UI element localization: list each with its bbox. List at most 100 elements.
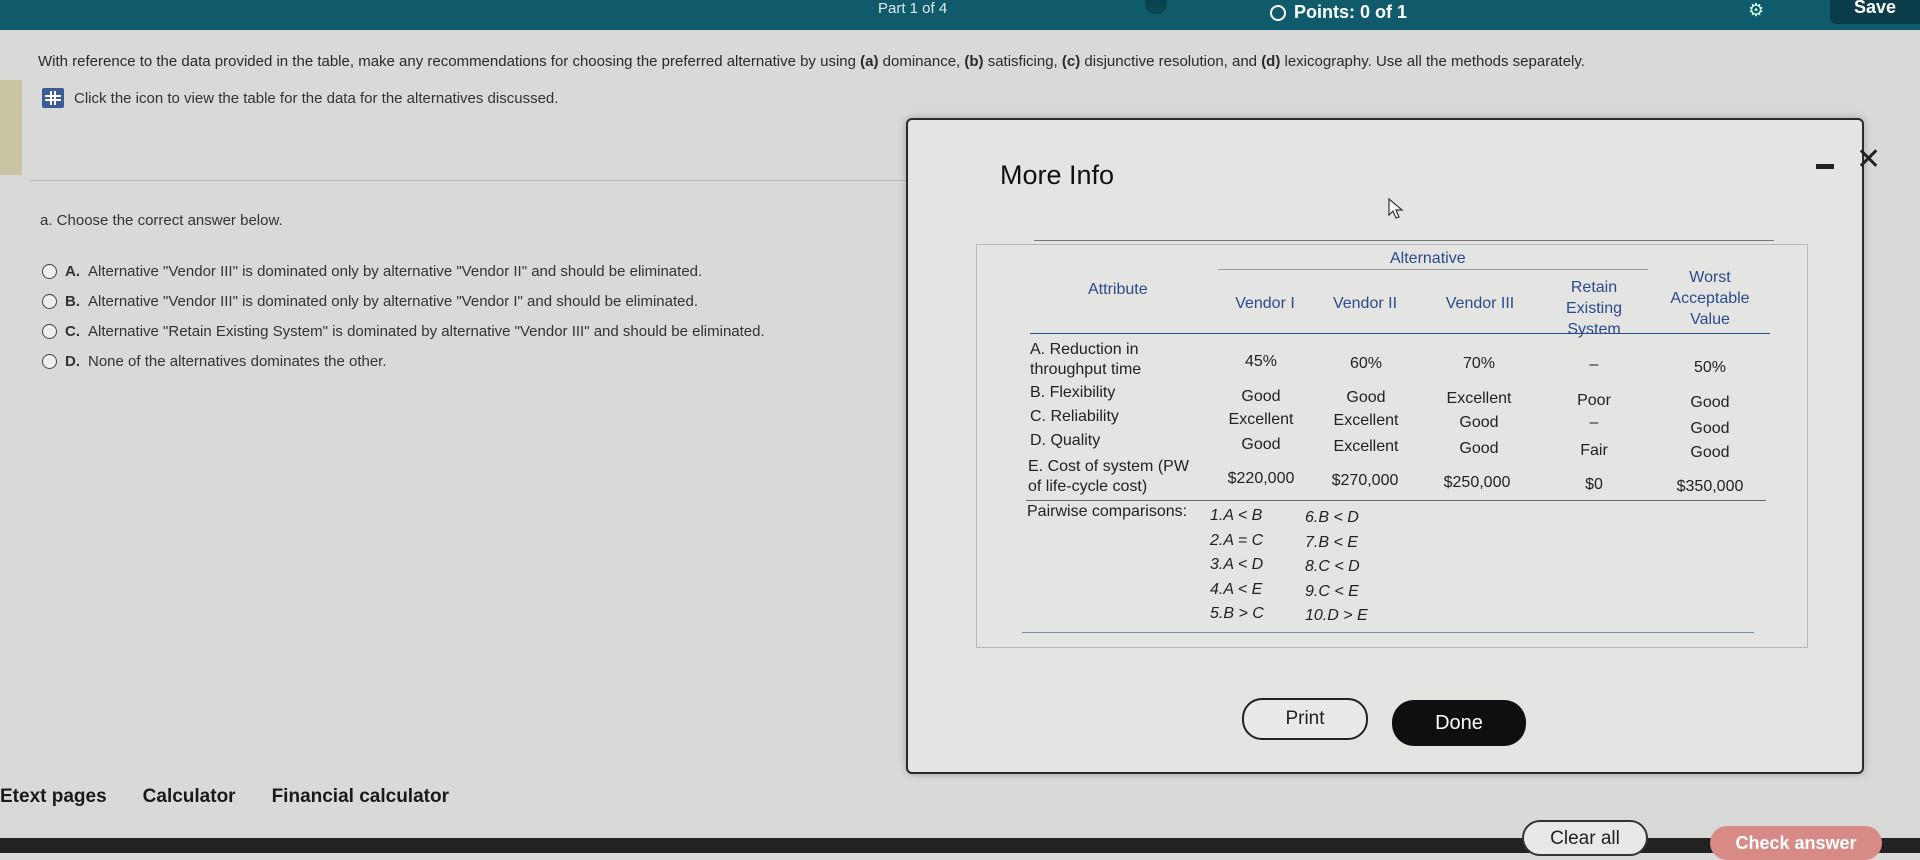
option-letter: B.	[65, 292, 80, 310]
pairwise-item: 3.A < D	[1210, 556, 1264, 573]
radio-b[interactable]	[42, 293, 57, 309]
col-header-line: Existing	[1565, 300, 1623, 317]
table-bottom-rule	[1022, 632, 1754, 633]
top-header-bar: Part 1 of 4 Points: 0 of 1 ⚙ Save	[0, 0, 1920, 30]
radio-a[interactable]	[42, 263, 57, 279]
row-attr-e: E. Cost of system (PW of life-cycle cost…	[1028, 457, 1189, 497]
cell: 50%	[1693, 359, 1727, 376]
done-button[interactable]: Done	[1392, 700, 1526, 746]
cell: Good	[1346, 389, 1386, 406]
option-letter: C.	[65, 322, 80, 340]
cell: $350,000	[1676, 478, 1744, 495]
cell: $220,000	[1227, 470, 1295, 487]
alternative-group-header: Alternative	[1390, 250, 1466, 267]
q-label-b: (b)	[964, 53, 984, 70]
points-indicator: Points: 0 of 1	[1270, 2, 1407, 23]
etext-pages-link[interactable]: Etext pages	[0, 786, 107, 808]
col-header-line: Acceptable	[1670, 290, 1750, 307]
option-b[interactable]: B. Alternative "Vendor III" is dominated…	[42, 286, 765, 316]
financial-calculator-link[interactable]: Financial calculator	[272, 786, 449, 808]
radio-c[interactable]	[42, 323, 57, 339]
cell: Poor	[1577, 392, 1611, 409]
attr-line: of life-cycle cost)	[1028, 478, 1148, 495]
q-text-a: dominance,	[878, 53, 965, 70]
header-bottom-rule	[1030, 333, 1770, 334]
pairwise-label: Pairwise comparisons:	[1027, 503, 1188, 520]
attribute-header: Attribute	[1088, 281, 1148, 298]
cell: –	[1589, 356, 1599, 373]
points-label: Points: 0 of 1	[1294, 2, 1408, 22]
pairwise-item: 9.C < E	[1305, 582, 1359, 600]
section-divider	[30, 180, 920, 181]
part-a-prompt: a. Choose the correct answer below.	[40, 212, 283, 229]
clear-all-button[interactable]: Clear all	[1522, 820, 1648, 856]
col-header-worst: Worst Acceptable Value	[1660, 267, 1760, 330]
cell: Good	[1690, 394, 1730, 411]
pairwise-item: 6.B < D	[1305, 509, 1359, 526]
cell: Good	[1459, 414, 1499, 431]
option-text: Alternative "Vendor III" is dominated on…	[88, 292, 698, 310]
option-letter: D.	[65, 352, 80, 370]
cell: Excellent	[1228, 411, 1294, 428]
cell: 70%	[1462, 355, 1496, 372]
view-table-text: Click the icon to view the table for the…	[74, 89, 559, 107]
calculator-link[interactable]: Calculator	[143, 786, 236, 808]
col-header-vendor-3: Vendor III	[1440, 295, 1520, 313]
dialog-title: More Info	[1000, 160, 1115, 190]
part-indicator: Part 1 of 4	[878, 0, 948, 17]
q-text-b: satisficing,	[983, 53, 1062, 70]
pairwise-item: 4.A < E	[1210, 580, 1263, 598]
col-header-line: Value	[1690, 311, 1730, 328]
cell: Excellent	[1333, 438, 1399, 455]
q-label-d: (d)	[1261, 53, 1281, 70]
row-attr-a: A. Reduction in throughput time	[1030, 340, 1141, 380]
minimize-icon[interactable]	[1816, 164, 1834, 169]
col-header-line: Retain	[1570, 279, 1618, 296]
col-header-vendor-2: Vendor II	[1330, 295, 1400, 313]
option-d[interactable]: D. None of the alternatives dominates th…	[42, 346, 765, 376]
mouse-cursor-icon	[1388, 198, 1404, 219]
pairwise-item: 1.A < B	[1210, 507, 1263, 524]
option-c[interactable]: C. Alternative "Retain Existing System" …	[42, 316, 765, 346]
cell: 45%	[1244, 353, 1278, 370]
pairwise-item: 10.D > E	[1305, 607, 1368, 624]
col-header-line: Vendor II	[1332, 295, 1398, 312]
cell: Good	[1690, 444, 1730, 461]
cell: $0	[1585, 476, 1603, 493]
cell: Good	[1690, 420, 1730, 437]
question-intro: With reference to the data provided in t…	[38, 53, 861, 70]
cell: Excellent	[1446, 390, 1512, 407]
close-icon[interactable]: ✕	[1856, 142, 1881, 177]
points-ring-icon	[1270, 4, 1286, 21]
check-answer-button[interactable]: Check answer	[1710, 826, 1882, 860]
cell: Good	[1241, 436, 1281, 453]
group-header-rule	[1218, 269, 1648, 270]
table-grid-icon[interactable]	[42, 88, 64, 108]
col-header-line: Worst	[1689, 269, 1731, 286]
radio-d[interactable]	[42, 353, 57, 369]
row-attr-b: B. Flexibility	[1030, 384, 1116, 401]
settings-icon[interactable]: ⚙	[1748, 0, 1764, 21]
q-label-a: (a)	[860, 53, 879, 70]
rows-bottom-rule	[1026, 500, 1766, 501]
option-text: None of the alternatives dominates the o…	[88, 352, 387, 370]
col-header-vendor-1: Vendor I	[1230, 295, 1300, 313]
col-header-line: Vendor I	[1235, 295, 1295, 312]
pairwise-item: 5.B > C	[1210, 605, 1264, 622]
collapse-tab-icon[interactable]	[1145, 0, 1167, 14]
cell: $250,000	[1443, 474, 1511, 491]
view-table-link[interactable]: Click the icon to view the table for the…	[42, 88, 558, 108]
col-header-line: Vendor III	[1445, 295, 1515, 312]
option-a[interactable]: A. Alternative "Vendor III" is dominated…	[42, 256, 765, 286]
save-button[interactable]: Save	[1830, 0, 1920, 24]
row-attr-d: D. Quality	[1030, 432, 1101, 449]
cell: Fair	[1580, 442, 1608, 459]
cell: $270,000	[1331, 472, 1399, 489]
attr-line: throughput time	[1030, 361, 1142, 378]
cell: –	[1589, 414, 1599, 431]
pairwise-left-list: 1.A < B 2.A = C 3.A < D 4.A < E 5.B > C	[1210, 504, 1264, 627]
print-button[interactable]: Print	[1242, 698, 1368, 740]
q-label-c: (c)	[1061, 53, 1081, 70]
pairwise-item: 2.A = C	[1210, 531, 1264, 549]
option-letter: A.	[65, 262, 80, 280]
